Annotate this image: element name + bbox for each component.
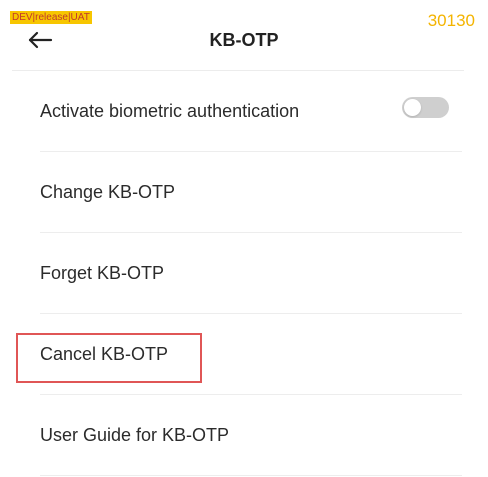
page-title: KB-OTP: [209, 30, 279, 50]
divider: [40, 475, 462, 476]
menu-item-cancel-kb-otp[interactable]: Cancel KB-OTP: [0, 314, 488, 395]
menu-item-user-guide[interactable]: User Guide for KB-OTP: [0, 395, 488, 476]
header: KB-OTP: [0, 0, 488, 70]
biometric-toggle[interactable]: [402, 97, 449, 118]
menu-item-change-kb-otp[interactable]: Change KB-OTP: [0, 152, 488, 233]
menu-item-label: Cancel KB-OTP: [40, 344, 169, 364]
settings-menu-list: Activate biometric authentication Change…: [0, 71, 488, 476]
toggle-knob: [404, 99, 421, 116]
menu-item-label: Activate biometric authentication: [40, 101, 300, 121]
menu-item-label: Change KB-OTP: [40, 182, 176, 202]
kb-otp-screen: DEV|release|UAT 30130 KB-OTP Activate bi…: [0, 0, 488, 477]
menu-item-label: Forget KB-OTP: [40, 263, 165, 283]
menu-item-forget-kb-otp[interactable]: Forget KB-OTP: [0, 233, 488, 314]
menu-item-biometric: Activate biometric authentication: [0, 71, 488, 152]
menu-item-label: User Guide for KB-OTP: [40, 425, 230, 445]
